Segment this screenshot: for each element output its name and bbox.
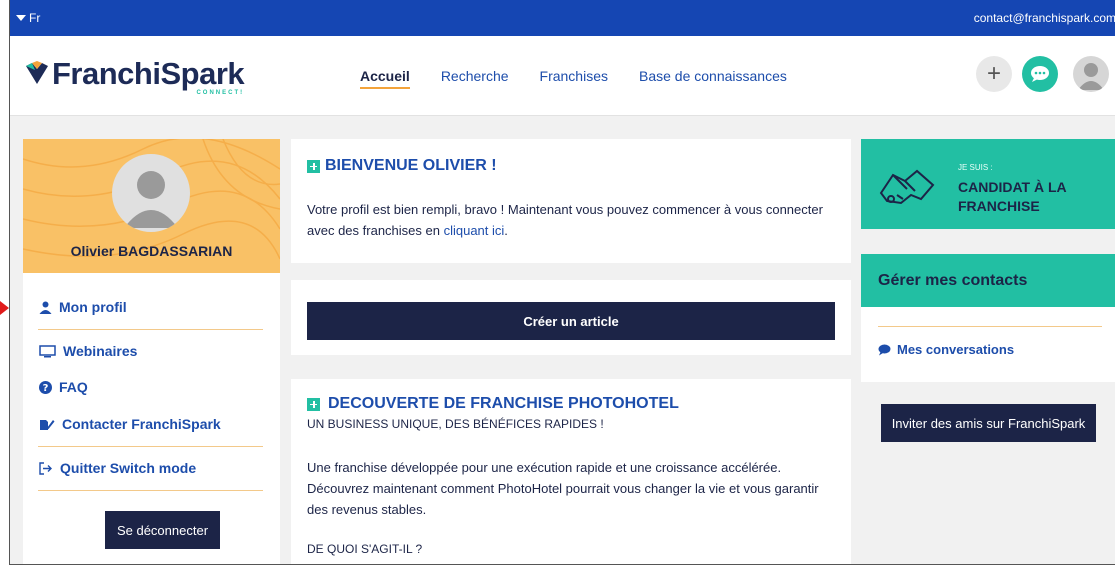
welcome-text: Votre profil est bien rempli, bravo ! Ma… — [307, 199, 827, 241]
candidate-label: CANDIDAT À LA FRANCHISE — [958, 178, 1067, 216]
invite-friends-button[interactable]: Inviter des amis sur FranchiSpark — [881, 404, 1096, 442]
menu-divider — [38, 446, 263, 447]
handshake-icon — [879, 169, 935, 205]
menu-divider — [38, 490, 263, 491]
profile-card: Olivier BAGDASSARIAN Mon profil Webinair… — [23, 139, 280, 564]
menu-mon-profil[interactable]: Mon profil — [39, 299, 127, 315]
chat-bubble-icon — [1031, 66, 1049, 82]
conversations-label: Mes conversations — [897, 342, 1015, 357]
logout-button[interactable]: Se déconnecter — [105, 511, 220, 549]
contacts-divider — [878, 326, 1102, 327]
menu-label: Quitter Switch mode — [60, 460, 197, 476]
profile-banner: Olivier BAGDASSARIAN — [23, 139, 280, 273]
language-label: Fr — [29, 11, 41, 25]
welcome-card: BIENVENUE OLIVIER ! Votre profil est bie… — [291, 139, 851, 263]
menu-label: Mon profil — [59, 299, 127, 315]
browser-frame: Fr contact@franchispark.com FranchiSpark… — [9, 0, 1115, 565]
welcome-text-before: Votre profil est bien rempli, bravo ! Ma… — [307, 202, 823, 238]
question-icon: ? — [39, 380, 52, 394]
language-selector[interactable]: Fr — [16, 11, 40, 25]
welcome-title-text: BIENVENUE OLIVIER ! — [325, 157, 497, 174]
avatar-icon — [1078, 63, 1104, 90]
conversations-link[interactable]: Mes conversations — [878, 342, 1014, 357]
add-button[interactable]: + — [976, 56, 1012, 92]
profile-avatar[interactable] — [112, 154, 190, 232]
discovery-title-text: DECOUVERTE DE FRANCHISE PHOTOHOTEL — [328, 395, 679, 412]
contacts-title[interactable]: Gérer mes contacts — [861, 254, 1115, 307]
plus-square-icon — [307, 397, 320, 411]
logo[interactable]: FranchiSpark CONNECT! — [24, 56, 245, 96]
logo-heart-icon — [26, 61, 48, 84]
sign-out-icon — [39, 461, 52, 475]
menu-faq[interactable]: ? FAQ — [39, 379, 88, 395]
menu-label: Contacter FranchiSpark — [62, 416, 221, 432]
menu-contacter[interactable]: Contacter FranchiSpark — [39, 416, 221, 432]
messages-button[interactable] — [1022, 56, 1058, 92]
user-avatar[interactable] — [1073, 56, 1109, 92]
discovery-subtitle: UN BUSINESS UNIQUE, DES BÉNÉFICES RAPIDE… — [307, 417, 604, 431]
candidate-line2: FRANCHISE — [958, 198, 1040, 214]
click-here-link[interactable]: cliquant ici — [444, 223, 505, 238]
menu-divider — [38, 329, 263, 330]
contacts-card: Gérer mes contacts Mes conversations — [861, 254, 1115, 382]
pointer-arrow — [0, 301, 9, 315]
create-article-button[interactable]: Créer un article — [307, 302, 835, 340]
menu-label: FAQ — [59, 379, 88, 395]
nav-base-connaissances[interactable]: Base de connaissances — [639, 68, 787, 89]
logo-text: FranchiSpark — [52, 56, 245, 91]
franchise-discovery-card: DECOUVERTE DE FRANCHISE PHOTOHOTEL UN BU… — [291, 379, 851, 564]
caret-down-icon — [16, 15, 26, 21]
menu-quitter-switch[interactable]: Quitter Switch mode — [39, 460, 196, 476]
welcome-title: BIENVENUE OLIVIER ! — [307, 157, 497, 175]
top-bar: Fr contact@franchispark.com — [10, 0, 1115, 36]
comment-icon — [878, 344, 891, 355]
nav-accueil[interactable]: Accueil — [360, 68, 410, 89]
discovery-title: DECOUVERTE DE FRANCHISE PHOTOHOTEL — [307, 395, 679, 413]
candidate-card[interactable]: JE SUIS : CANDIDAT À LA FRANCHISE — [861, 139, 1115, 229]
menu-label: Webinaires — [63, 343, 138, 359]
main-nav: Accueil Recherche Franchises Base de con… — [360, 68, 787, 89]
plus-icon: + — [986, 60, 1001, 87]
edit-icon — [40, 419, 55, 430]
profile-name: Olivier BAGDASSARIAN — [70, 243, 233, 259]
candidate-prefix: JE SUIS : — [958, 163, 993, 172]
logo-subtext: CONNECT! — [196, 90, 245, 96]
candidate-line1: CANDIDAT À LA — [958, 179, 1067, 195]
nav-recherche[interactable]: Recherche — [441, 68, 509, 89]
create-article-card: Créer un article — [291, 280, 851, 355]
site-header: FranchiSpark CONNECT! Accueil Recherche … — [10, 36, 1115, 116]
user-icon — [39, 301, 52, 314]
discovery-body: Une franchise développée pour une exécut… — [307, 460, 819, 517]
plus-square-icon — [307, 159, 320, 173]
monitor-icon — [39, 344, 56, 357]
nav-franchises[interactable]: Franchises — [540, 68, 608, 89]
menu-webinaires[interactable]: Webinaires — [39, 343, 137, 359]
welcome-text-after: . — [504, 223, 508, 238]
discovery-question: DE QUOI S'AGIT-IL ? — [307, 542, 423, 556]
contact-email[interactable]: contact@franchispark.com — [974, 11, 1115, 25]
avatar-placeholder-icon — [124, 171, 178, 228]
svg-text:?: ? — [43, 383, 49, 394]
